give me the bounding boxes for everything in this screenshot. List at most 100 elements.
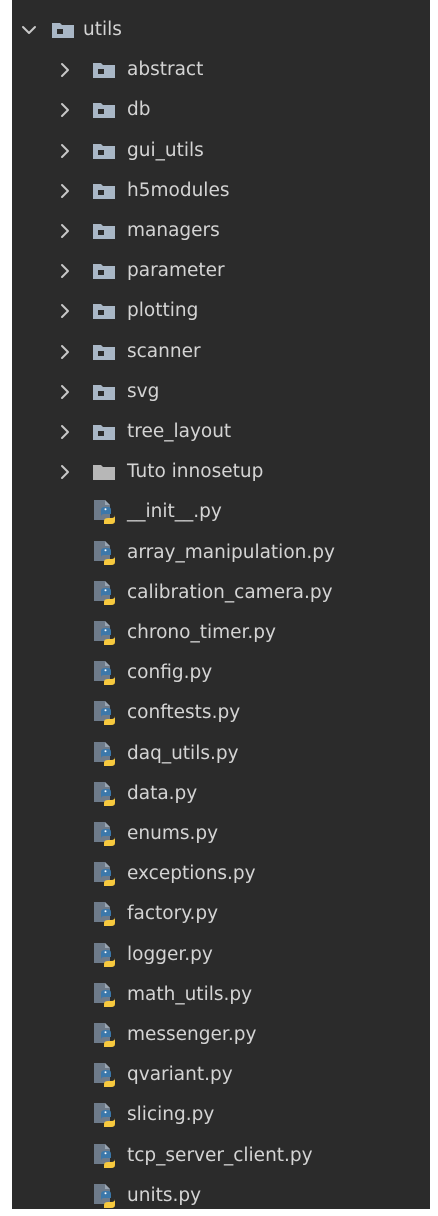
tree-label: svg xyxy=(127,380,160,402)
package-folder-icon xyxy=(92,222,116,240)
tree-row-file[interactable]: exceptions.py xyxy=(12,854,430,894)
python-file-icon xyxy=(92,1143,116,1169)
chevron-right-icon[interactable] xyxy=(54,220,76,242)
tree-row-file[interactable]: config.py xyxy=(12,653,430,693)
tree-row-file[interactable]: units.py xyxy=(12,1176,430,1216)
tree-row-file[interactable]: factory.py xyxy=(12,894,430,934)
python-file-icon xyxy=(92,700,116,726)
tree-label: factory.py xyxy=(127,903,219,925)
tree-row-folder[interactable]: parameter xyxy=(12,251,430,291)
tree-row-folder[interactable]: svg xyxy=(12,372,430,412)
python-file-icon xyxy=(92,1183,116,1209)
tree-row-file[interactable]: calibration_camera.py xyxy=(12,573,430,613)
python-file-icon xyxy=(92,1062,116,1088)
python-file-icon xyxy=(92,620,116,646)
tree-label: math_utils.py xyxy=(127,983,253,1005)
tree-row-folder[interactable]: managers xyxy=(12,211,430,251)
chevron-down-icon[interactable] xyxy=(18,19,40,41)
python-file-icon xyxy=(92,982,116,1008)
python-file-icon xyxy=(92,781,116,807)
chevron-right-icon[interactable] xyxy=(54,381,76,403)
tree-label: chrono_timer.py xyxy=(127,622,276,643)
tree-label: messenger.py xyxy=(127,1024,257,1045)
tree-label: units.py xyxy=(127,1184,202,1206)
tree-row-folder[interactable]: h5modules xyxy=(12,171,430,211)
package-folder-icon xyxy=(92,101,116,119)
package-folder-icon xyxy=(92,262,116,280)
tree-row-file[interactable]: tcp_server_client.py xyxy=(12,1136,430,1176)
tree-row-file[interactable]: slicing.py xyxy=(12,1095,430,1135)
tree-row-file[interactable]: enums.py xyxy=(12,814,430,854)
tree-row-folder[interactable]: db xyxy=(12,90,430,130)
tree-label: gui_utils xyxy=(127,139,204,161)
package-folder-icon xyxy=(92,142,116,160)
python-file-icon xyxy=(92,580,116,606)
package-folder-icon xyxy=(92,182,116,200)
tree-label: utils xyxy=(83,19,122,40)
tree-label: exceptions.py xyxy=(127,863,256,885)
package-folder-icon xyxy=(92,423,116,441)
chevron-right-icon[interactable] xyxy=(54,140,76,162)
tree-label: slicing.py xyxy=(127,1104,215,1126)
package-folder-icon xyxy=(92,343,116,361)
tree-label: conftests.py xyxy=(127,702,241,724)
tree-label: abstract xyxy=(127,59,204,81)
tree-row-file[interactable]: logger.py xyxy=(12,935,430,975)
tree-label: Tuto innosetup xyxy=(127,461,264,483)
python-file-icon xyxy=(92,660,116,686)
chevron-right-icon[interactable] xyxy=(54,461,76,483)
tree-row-folder[interactable]: abstract xyxy=(12,50,430,90)
tree-label: plotting xyxy=(127,300,199,322)
python-file-icon xyxy=(92,901,116,927)
tree-row-file[interactable]: qvariant.py xyxy=(12,1055,430,1095)
tree-label: qvariant.py xyxy=(127,1064,233,1086)
tree-label: enums.py xyxy=(127,823,219,844)
tree-row-folder[interactable]: gui_utils xyxy=(12,131,430,171)
python-file-icon xyxy=(92,741,116,767)
tree-label: logger.py xyxy=(127,943,213,965)
chevron-right-icon[interactable] xyxy=(54,260,76,282)
tree-row-utils[interactable]: utils xyxy=(12,10,430,50)
tree-label: array_manipulation.py xyxy=(127,541,335,563)
chevron-right-icon[interactable] xyxy=(54,180,76,202)
tree-label: daq_utils.py xyxy=(127,742,239,764)
python-file-icon xyxy=(92,821,116,847)
tree-label: managers xyxy=(127,220,220,241)
chevron-right-icon[interactable] xyxy=(54,99,76,121)
tree-row-file[interactable]: data.py xyxy=(12,774,430,814)
package-folder-icon xyxy=(92,61,116,79)
tree-label: parameter xyxy=(127,260,225,282)
tree-label: tcp_server_client.py xyxy=(127,1144,313,1166)
chevron-right-icon[interactable] xyxy=(54,59,76,81)
package-folder-icon xyxy=(92,383,116,401)
tree-row-folder[interactable]: scanner xyxy=(12,332,430,372)
tree-row-file[interactable]: daq_utils.py xyxy=(12,734,430,774)
tree-row-file[interactable]: chrono_timer.py xyxy=(12,613,430,653)
chevron-right-icon[interactable] xyxy=(54,300,76,322)
chevron-right-icon[interactable] xyxy=(54,421,76,443)
tree-label: data.py xyxy=(127,782,198,804)
python-file-icon xyxy=(92,1022,116,1048)
tree-row-file[interactable]: messenger.py xyxy=(12,1015,430,1055)
python-file-icon xyxy=(92,499,116,525)
tree-label: calibration_camera.py xyxy=(127,581,333,603)
folder-icon xyxy=(92,463,116,481)
tree-row-folder[interactable]: plotting xyxy=(12,291,430,331)
tree-label: tree_layout xyxy=(127,421,232,442)
project-tree-panel: utils abstract db gui_utils h5modules manage… xyxy=(12,0,430,1209)
python-file-icon xyxy=(92,540,116,566)
tree-row-folder[interactable]: tree_layout xyxy=(12,412,430,452)
tree-label: h5modules xyxy=(127,179,230,201)
python-file-icon xyxy=(92,1102,116,1128)
package-folder-icon xyxy=(92,302,116,320)
tree-label: scanner xyxy=(127,340,201,362)
python-file-icon xyxy=(92,861,116,887)
chevron-right-icon[interactable] xyxy=(54,341,76,363)
tree-row-file[interactable]: array_manipulation.py xyxy=(12,533,430,573)
tree-row-file[interactable]: conftests.py xyxy=(12,693,430,733)
tree-label: __init__.py xyxy=(127,501,222,523)
tree-row-file[interactable]: math_utils.py xyxy=(12,975,430,1015)
tree-row-file[interactable]: __init__.py xyxy=(12,492,430,532)
tree-row-folder[interactable]: Tuto innosetup xyxy=(12,452,430,492)
python-file-icon xyxy=(92,942,116,968)
